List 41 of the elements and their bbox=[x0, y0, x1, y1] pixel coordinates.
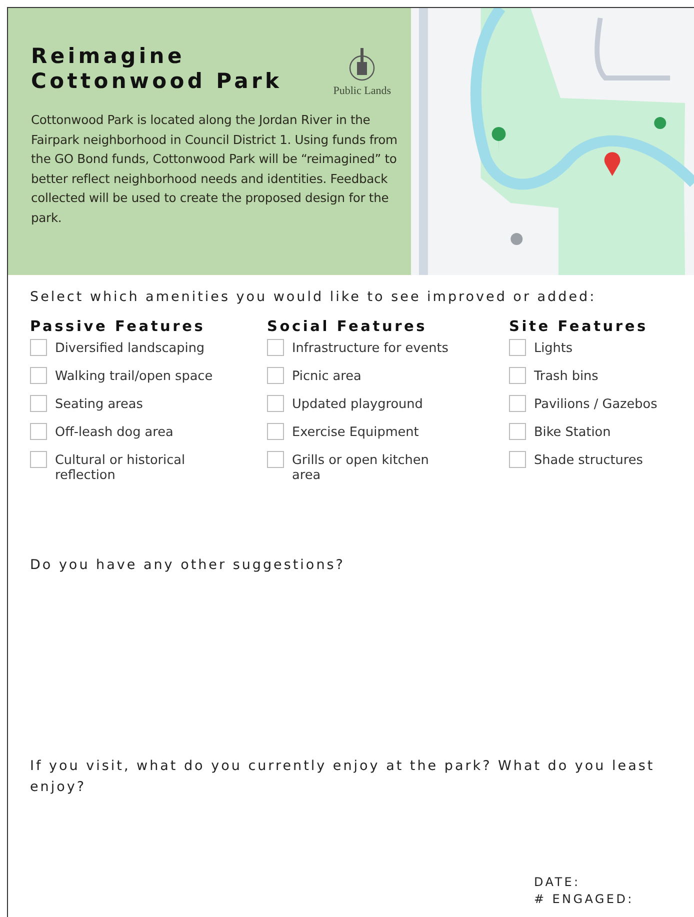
checkbox[interactable] bbox=[267, 367, 284, 384]
option-label: Off-leash dog area bbox=[55, 424, 174, 440]
intro-text: Cottonwood Park is located along the Jordan River in the Fairpark neighborhood in Council District 1. Using funds from the GO Bond funds, Cottonwood Park will be “reimagined” to better reflect neighborhood needs and identities. Feedback collected will be used to create the proposed design for the park. bbox=[31, 112, 398, 226]
checkbox[interactable] bbox=[509, 423, 526, 440]
checkbox[interactable] bbox=[30, 451, 47, 468]
option-label: Pavilions / Gazebos bbox=[534, 396, 658, 412]
option-label: Updated playground bbox=[292, 396, 423, 412]
checkbox[interactable] bbox=[267, 423, 284, 440]
group-heading: Passive Features bbox=[30, 319, 206, 335]
field-label: DATE: bbox=[534, 874, 582, 891]
page-title: Reimagine Cottonwood Park bbox=[31, 44, 282, 94]
option-label: Diversified landscaping bbox=[55, 340, 205, 356]
field-label: # ENGAGED: bbox=[534, 891, 635, 908]
checkbox[interactable] bbox=[30, 423, 47, 440]
checkbox[interactable] bbox=[509, 367, 526, 384]
checkbox[interactable] bbox=[30, 339, 47, 356]
option-label: Bike Station bbox=[534, 424, 611, 440]
checkbox[interactable] bbox=[30, 367, 47, 384]
question-text: If you visit, what do you currently enjoy at the park? What do you least enjoy? bbox=[30, 757, 656, 797]
option-label: Trash bins bbox=[534, 368, 598, 384]
option-label: Seating areas bbox=[55, 396, 143, 412]
option-label: Picnic area bbox=[292, 368, 362, 384]
option-label: Cultural or historical reflection bbox=[55, 452, 186, 483]
group-heading: Site Features bbox=[509, 319, 649, 335]
option-label: Shade structures bbox=[534, 452, 643, 468]
option-label: Walking trail/open space bbox=[55, 368, 213, 384]
checkbox[interactable] bbox=[30, 395, 47, 412]
amenities-prompt: Select which amenities you would like to see improved or added: bbox=[30, 289, 598, 305]
checkbox[interactable] bbox=[267, 451, 284, 468]
checkbox[interactable] bbox=[509, 339, 526, 356]
option-label: Exercise Equipment bbox=[292, 424, 419, 440]
option-label: Infrastructure for events bbox=[292, 340, 448, 356]
group-heading: Social Features bbox=[267, 319, 428, 335]
checkbox[interactable] bbox=[509, 451, 526, 468]
checkbox[interactable] bbox=[509, 395, 526, 412]
logo-text: Public Lands bbox=[333, 85, 391, 97]
option-label: Grills or open kitchen area bbox=[292, 452, 430, 483]
question-text: Do you have any other suggestions? bbox=[30, 556, 346, 575]
checkbox[interactable] bbox=[267, 339, 284, 356]
checkbox[interactable] bbox=[267, 395, 284, 412]
option-label: Lights bbox=[534, 340, 573, 356]
